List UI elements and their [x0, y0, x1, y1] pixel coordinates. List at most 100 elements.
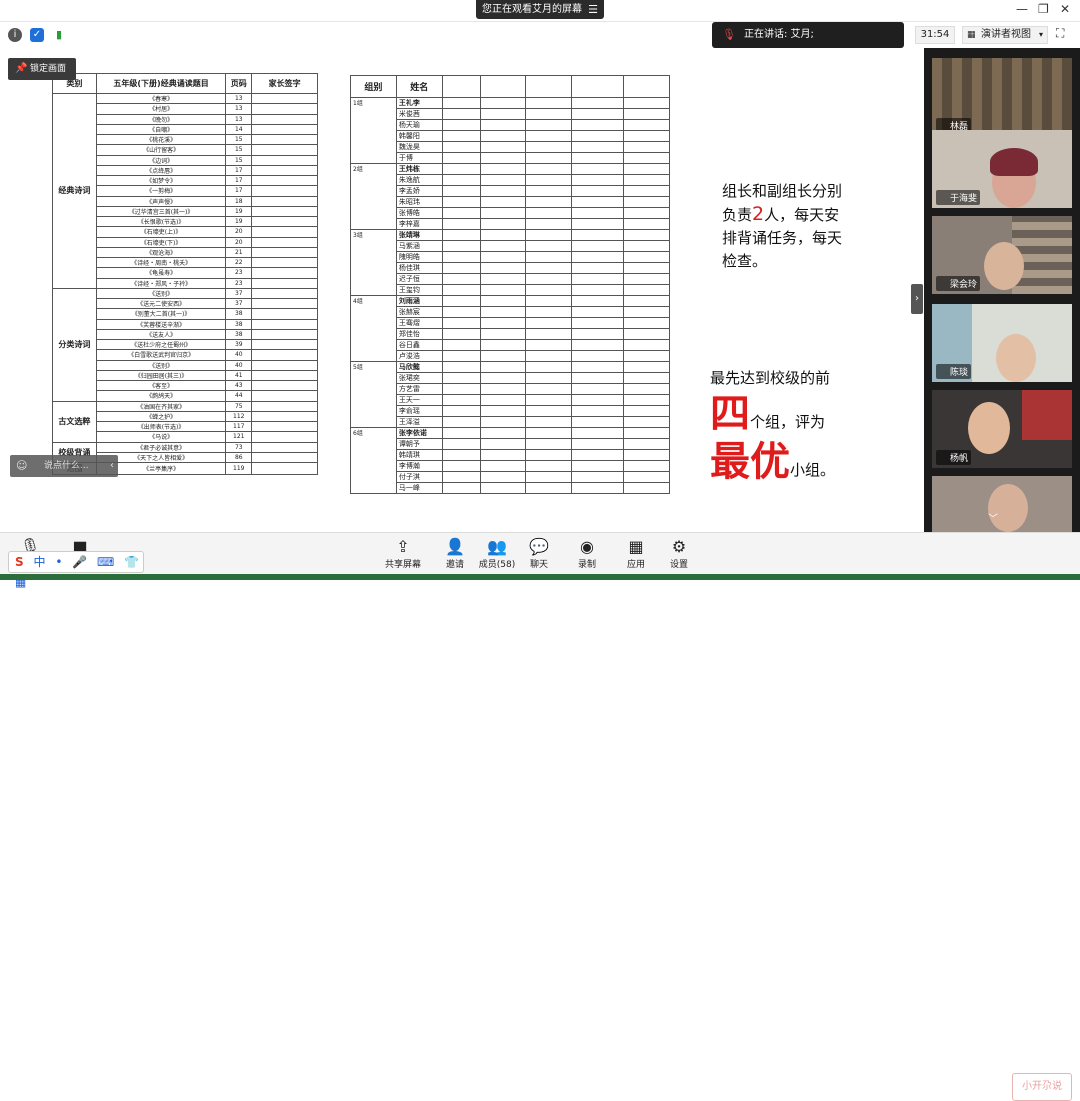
video-tile[interactable] — [932, 476, 1072, 532]
fullscreen-icon[interactable]: ⛶ — [1056, 26, 1064, 41]
title-cell: 《白雪歌送武判官归京》 — [95, 349, 227, 361]
empty-cell — [479, 416, 527, 428]
page-cell: 43 — [225, 379, 253, 392]
settings-button[interactable]: ⚙ 设置 — [654, 537, 704, 570]
page-cell: 38 — [225, 328, 253, 341]
voice-icon[interactable]: 🎤 — [72, 555, 87, 569]
empty-cell — [571, 196, 625, 208]
page-cell: 23 — [225, 267, 253, 279]
empty-cell — [525, 460, 573, 472]
chat-button[interactable]: 💬 聊天 — [514, 537, 564, 570]
empty-cell — [623, 229, 670, 241]
page-cell: 40 — [225, 359, 253, 371]
lock-screen-button[interactable]: 📌 锁定画面 — [8, 58, 76, 80]
sidebar-toggle-button[interactable]: › — [911, 284, 923, 314]
empty-cell — [623, 295, 670, 307]
invite-label: 邀请 — [445, 560, 464, 570]
chevron-down-icon[interactable]: ﹀ — [988, 510, 998, 525]
empty-cell — [441, 185, 481, 197]
menu-icon[interactable]: ☰ — [588, 0, 598, 19]
chat-label: 聊天 — [529, 560, 548, 570]
empty-cell — [479, 174, 527, 186]
empty-cell — [479, 350, 527, 362]
page-cell: 38 — [225, 318, 253, 330]
chat-input[interactable]: ☺ 说点什么... ‹ — [10, 455, 118, 477]
signature-cell — [251, 431, 318, 443]
empty-cell — [441, 141, 481, 153]
video-tile[interactable]: 梁会玲 — [932, 216, 1072, 294]
empty-cell — [623, 218, 670, 230]
ime-lang[interactable]: 中 — [33, 555, 45, 569]
member-name-cell: 张靖琳 — [395, 229, 443, 241]
member-name-cell: 马一峰 — [395, 482, 443, 494]
page-cell: 37 — [225, 287, 253, 300]
signal-icon[interactable]: ▮ — [52, 28, 66, 42]
page-cell: 13 — [225, 103, 253, 115]
ime-toolbar[interactable]: S 中 • 🎤 ⌨ 👕 ▦ — [8, 551, 144, 589]
screen-share-banner[interactable]: 您正在观看艾月的屏幕 ☰ — [476, 0, 604, 19]
empty-cell — [525, 427, 573, 439]
empty-cell — [479, 317, 527, 329]
empty-cell — [525, 130, 573, 142]
empty-cell — [441, 328, 481, 340]
title-cell: 《山行留客》 — [95, 144, 227, 156]
table-row: 迟子恒 — [351, 273, 670, 285]
column-header: 姓名 — [395, 75, 443, 98]
empty-cell — [571, 141, 625, 153]
signature-cell — [251, 164, 318, 177]
info-icon[interactable]: i — [8, 28, 22, 42]
shield-icon[interactable]: ✓ — [30, 28, 44, 42]
empty-cell — [479, 207, 527, 219]
empty-cell — [525, 383, 573, 395]
video-tile[interactable]: 陈琰 — [932, 304, 1072, 382]
member-name-cell: 郑佳怡 — [395, 328, 443, 340]
empty-cell — [479, 273, 527, 285]
empty-cell — [441, 383, 481, 395]
page-cell: 38 — [225, 308, 253, 320]
member-name-cell: 迟子恒 — [395, 273, 443, 285]
table-row: 马紫涵 — [351, 240, 670, 252]
speaking-indicator: 🎙 正在讲话: 艾月; — [712, 22, 904, 48]
video-tile[interactable]: 于海斐 — [932, 130, 1072, 208]
view-mode-button[interactable]: ▦ 演讲者视图 ▾ — [962, 26, 1048, 44]
empty-cell — [571, 163, 625, 175]
empty-cell — [571, 339, 625, 351]
collapse-icon[interactable]: ‹ — [110, 455, 114, 477]
empty-cell — [623, 416, 670, 428]
emoji-icon[interactable]: ☺ — [16, 455, 27, 477]
signature-cell — [251, 236, 318, 248]
page-cell: 119 — [225, 462, 253, 475]
empty-cell — [441, 394, 481, 406]
empty-cell — [525, 449, 573, 461]
empty-cell — [571, 273, 625, 285]
page-cell: 86 — [225, 451, 253, 464]
empty-cell — [623, 97, 670, 109]
title-cell: 《诗经・周南・桃夭》 — [95, 256, 227, 269]
empty-cell — [571, 482, 625, 494]
empty-cell — [525, 251, 573, 263]
skin-icon[interactable]: 👕 — [124, 555, 139, 569]
punctuation-icon[interactable]: • — [55, 555, 62, 569]
signature-cell — [251, 338, 318, 351]
table-row: 杨天瑜 — [351, 119, 670, 131]
video-tile[interactable]: 杨帆 — [932, 390, 1072, 468]
record-button[interactable]: ◉ 录制 — [562, 537, 612, 570]
restore-icon[interactable]: ❐ — [1038, 2, 1049, 16]
share-screen-button[interactable]: ⇪ 共享屏幕 — [378, 537, 428, 570]
minimize-icon[interactable]: — — [1016, 2, 1028, 16]
keyboard-icon[interactable]: ⌨ — [97, 555, 114, 569]
empty-cell — [525, 339, 573, 351]
title-cell: 《点绛唇》 — [95, 164, 227, 177]
note-text: 小组。 — [790, 461, 836, 479]
empty-cell — [525, 152, 573, 164]
meeting-toolbar: 🎙 ■ ⇪ 共享屏幕 👤 邀请 👥 成员(58) 💬 聊天 ◉ 录制 ▦ 应用 ⚙ 设置 小开… — [0, 532, 1080, 1101]
group-cell: 4组 — [350, 295, 397, 362]
close-icon[interactable]: ✕ — [1060, 2, 1070, 16]
title-cell: 《客至》 — [95, 379, 227, 392]
title-cell: 《桃花溪》 — [95, 133, 227, 146]
empty-cell — [479, 427, 527, 439]
page-cell: 21 — [225, 246, 253, 259]
title-cell: 《村居》 — [95, 103, 227, 115]
video-tile[interactable]: 林磊 — [932, 58, 1072, 136]
member-name-cell: 李俞瑶 — [395, 405, 443, 417]
